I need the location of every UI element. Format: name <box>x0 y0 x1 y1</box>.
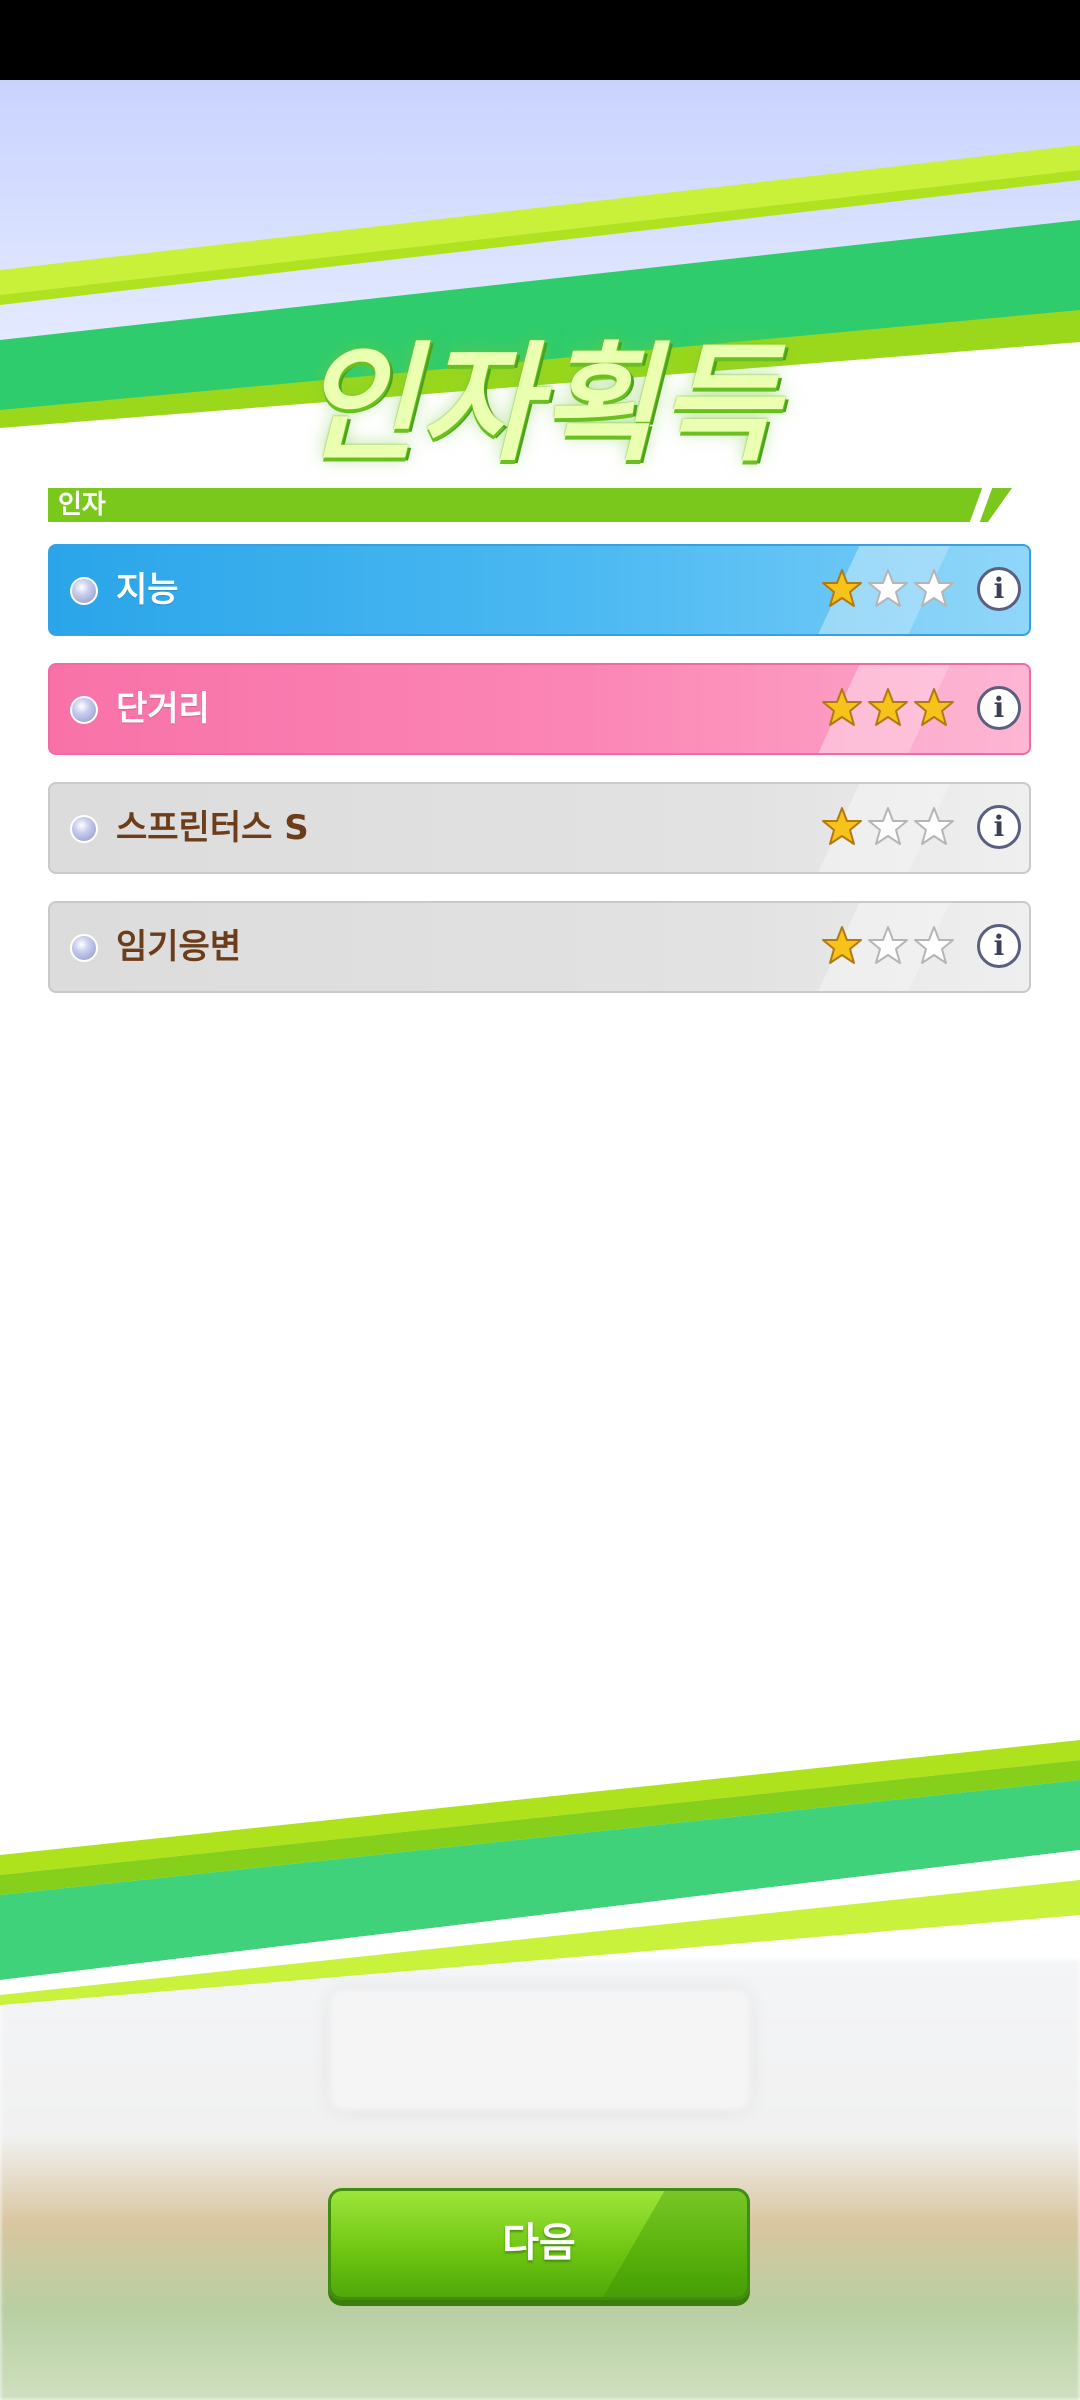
factor-name: 임기응변 <box>116 927 242 967</box>
factor-row[interactable]: 임기응변 i <box>48 901 1031 993</box>
star-empty-icon <box>914 807 954 845</box>
factor-name: 지능 <box>116 570 179 610</box>
factor-bullet-icon <box>70 934 98 962</box>
next-button[interactable]: 다음 <box>328 2188 750 2300</box>
star-filled-icon <box>868 688 908 726</box>
info-icon[interactable]: i <box>977 805 1021 849</box>
star-filled-icon <box>822 807 862 845</box>
star-empty-icon <box>914 569 954 607</box>
info-icon[interactable]: i <box>977 567 1021 611</box>
star-rating <box>821 806 955 850</box>
factor-bullet-icon <box>70 815 98 843</box>
star-empty-icon <box>868 926 908 964</box>
factor-bullet-icon <box>70 696 98 724</box>
star-filled-icon <box>822 569 862 607</box>
factor-name: 단거리 <box>116 689 210 729</box>
star-rating <box>821 568 955 612</box>
factor-row[interactable]: 스프린터스 S i <box>48 782 1031 874</box>
factor-bullet-icon <box>70 577 98 605</box>
section-header-label: 인자 <box>58 490 106 520</box>
star-filled-icon <box>822 926 862 964</box>
info-icon[interactable]: i <box>977 686 1021 730</box>
star-empty-icon <box>914 926 954 964</box>
star-rating <box>821 687 955 731</box>
info-icon[interactable]: i <box>977 924 1021 968</box>
star-filled-icon <box>822 688 862 726</box>
section-header-bar <box>48 488 1012 522</box>
factor-row[interactable]: 단거리 i <box>48 663 1031 755</box>
bottom-stripes <box>0 1740 1080 2005</box>
factor-name: 스프린터스 S <box>116 808 309 848</box>
star-rating <box>821 925 955 969</box>
factor-row[interactable]: 지능 i <box>48 544 1031 636</box>
star-empty-icon <box>868 807 908 845</box>
star-empty-icon <box>868 569 908 607</box>
star-filled-icon <box>914 688 954 726</box>
page-title: 인자획득 <box>300 330 780 479</box>
status-bar <box>0 0 1080 80</box>
next-button-label: 다음 <box>502 2220 576 2266</box>
